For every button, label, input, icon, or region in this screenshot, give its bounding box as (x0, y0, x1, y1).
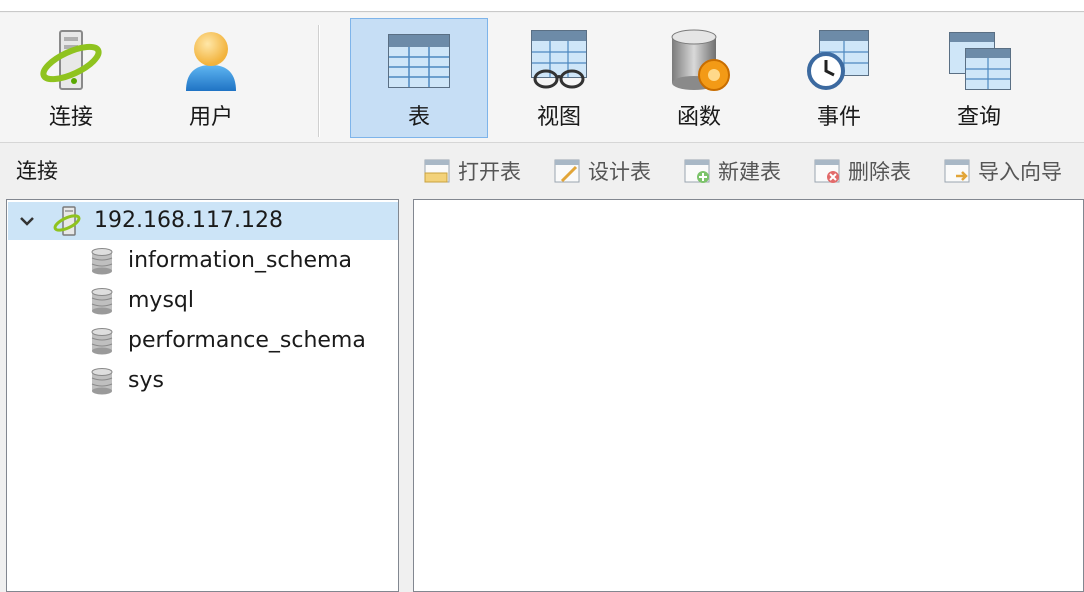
main-toolbar: 连接 用户 表 视图 函数 事件 查询 (0, 13, 1084, 143)
toolbar-button-query[interactable]: 查询 (910, 18, 1048, 138)
database-icon (91, 248, 113, 275)
connection-icon (40, 30, 102, 90)
server-label: 192.168.117.128 (94, 208, 283, 233)
tree-database-node[interactable]: sys (8, 362, 398, 400)
tree-server-node[interactable]: 192.168.117.128 (8, 202, 398, 240)
user-icon (186, 32, 236, 91)
toolbar-label-view: 视图 (536, 105, 581, 130)
function-icon (671, 29, 730, 91)
new-table-label: 新建表 (718, 160, 781, 184)
database-label: mysql (128, 288, 194, 313)
open-table-icon (424, 159, 450, 183)
toolbar-label-user: 用户 (188, 105, 233, 130)
tree-database-node[interactable]: performance_schema (8, 322, 398, 360)
design-table-label: 设计表 (588, 160, 651, 184)
database-icon (91, 328, 113, 355)
tree-database-node[interactable]: information_schema (8, 242, 398, 280)
delete-table-label: 删除表 (848, 160, 911, 184)
window-top-border (0, 0, 1084, 12)
chevron-down-icon[interactable] (16, 210, 38, 232)
toolbar-label-function: 函数 (676, 105, 721, 130)
new-table-button[interactable]: 新建表 (682, 154, 781, 188)
design-table-icon (554, 159, 580, 183)
import-wizard-label: 导入向导 (978, 160, 1062, 184)
toolbar-label-connection: 连接 (48, 105, 93, 130)
design-table-button[interactable]: 设计表 (552, 154, 651, 188)
database-label: sys (128, 368, 164, 393)
object-toolbar: 连接 打开表 设计表 新建表 删除表 导入向导 (0, 144, 1084, 199)
toolbar-button-connection[interactable]: 连接 (2, 18, 140, 138)
table-icon (388, 34, 450, 88)
database-label: information_schema (128, 248, 352, 273)
tree-database-node[interactable]: mysql (8, 282, 398, 320)
view-icon (531, 30, 587, 89)
database-label: performance_schema (128, 328, 366, 353)
open-table-label: 打开表 (458, 160, 521, 184)
database-icon (91, 368, 113, 395)
connection-pane-title: 连接 (16, 159, 58, 183)
delete-table-icon (814, 159, 840, 183)
toolbar-button-function[interactable]: 函数 (630, 18, 768, 138)
toolbar-separator (318, 25, 320, 137)
toolbar-label-query: 查询 (956, 105, 1001, 130)
toolbar-label-table: 表 (407, 105, 430, 130)
object-list-pane[interactable] (413, 199, 1084, 592)
query-icon (949, 32, 1011, 90)
database-icon (91, 288, 113, 315)
toolbar-label-event: 事件 (816, 105, 861, 130)
toolbar-button-view[interactable]: 视图 (490, 18, 628, 138)
toolbar-button-table[interactable]: 表 (350, 18, 488, 138)
server-connection-icon (53, 206, 81, 236)
toolbar-button-event[interactable]: 事件 (770, 18, 908, 138)
event-icon (807, 30, 869, 90)
toolbar-button-user[interactable]: 用户 (142, 18, 280, 138)
import-wizard-icon (944, 159, 970, 183)
import-wizard-button[interactable]: 导入向导 (942, 154, 1062, 188)
new-table-icon (684, 159, 710, 183)
connection-tree[interactable]: 192.168.117.128 information_schema mysql… (6, 199, 399, 592)
delete-table-button[interactable]: 删除表 (812, 154, 911, 188)
open-table-button[interactable]: 打开表 (422, 154, 521, 188)
